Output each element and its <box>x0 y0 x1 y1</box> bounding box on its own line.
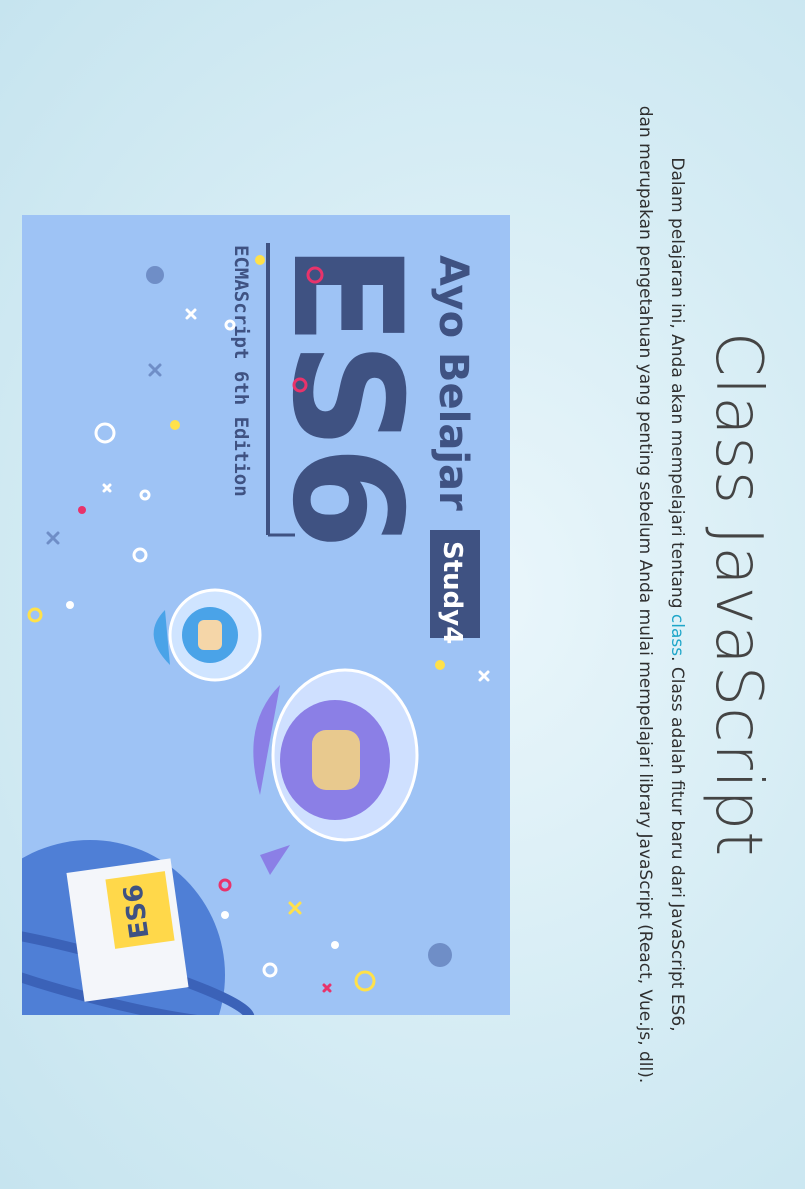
desc-text-line2: dan merupakan pengetahuan yang penting s… <box>635 105 655 1084</box>
banner-subtitle: ECMAScript 6th Edition <box>230 245 252 497</box>
purple-astronaut-character <box>253 668 419 875</box>
banner-heading: Ayo Belajar <box>430 255 476 511</box>
rotated-slide: Class JavaScript Dalam pelajaran ini, An… <box>0 0 805 1189</box>
es6-logo: ES6 <box>259 243 433 546</box>
slide-description: Dalam pelajaran ini, Anda akan mempelaja… <box>629 60 693 1129</box>
es6-illustration: Ayo Belajar ES6 Study4 ECMAScript 6th Ed… <box>22 215 510 1015</box>
class-link[interactable]: class <box>667 614 687 656</box>
es6-planet: ES6 <box>22 840 255 1015</box>
desc-text-suffix: . Class adalah fitur baru dari JavaScrip… <box>667 656 687 1032</box>
desc-text-prefix: Dalam pelajaran ini, Anda akan mempelaja… <box>667 157 687 614</box>
blue-astronaut-character <box>153 588 262 682</box>
page-title: Class JavaScript <box>701 331 775 858</box>
study4-badge: Study4 <box>437 541 467 644</box>
